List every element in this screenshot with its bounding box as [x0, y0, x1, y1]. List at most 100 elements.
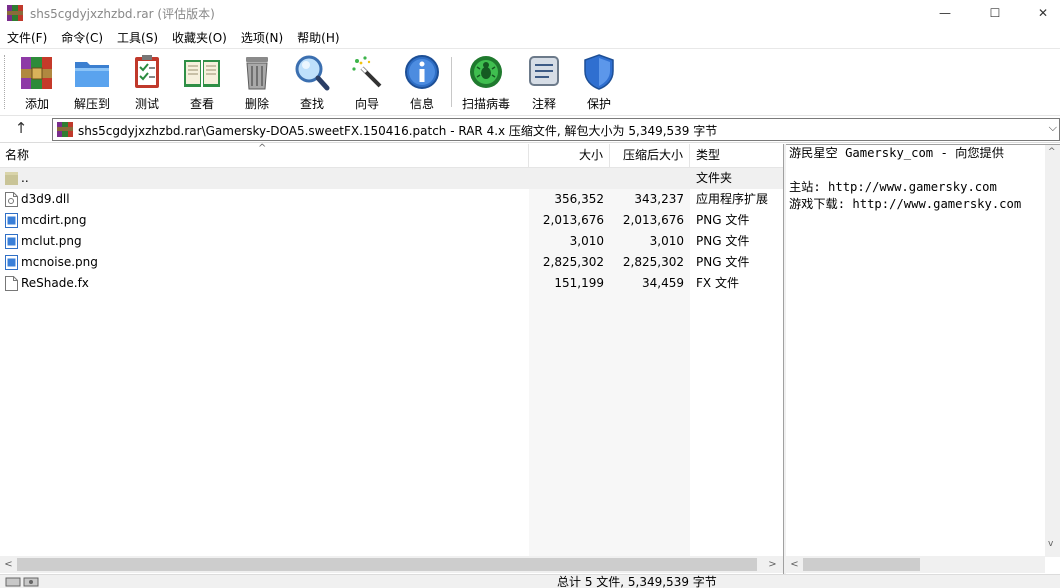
address-field[interactable]: shs5cgdyjxzhzbd.rar\Gamersky-DOA5.sweetF… [52, 118, 1060, 141]
magnifier-icon [295, 55, 330, 91]
file-packed-size [610, 168, 684, 189]
delete-button[interactable]: 删除 [231, 53, 283, 111]
file-name: ReShade.fx [21, 276, 89, 290]
minimize-button[interactable]: — [922, 0, 968, 26]
comment-label: 注释 [531, 97, 556, 111]
add-button[interactable]: 添加 [11, 53, 63, 111]
column-type-header[interactable]: 类型 [690, 144, 783, 168]
comment-line: 游戏下载: http://www.gamersky.com [789, 197, 1022, 211]
comment-hscrollbar[interactable]: < [786, 556, 1045, 573]
comment-icon [529, 56, 559, 86]
file-type: 应用程序扩展 [696, 192, 769, 206]
minimize-icon: — [939, 6, 951, 20]
title-bar: shs5cgdyjxzhzbd.rar (评估版本) — ☐ ✕ [0, 0, 1060, 26]
file-list-scroll-thumb[interactable] [17, 558, 757, 571]
extract-to-label: 解压到 [73, 97, 110, 111]
virus-scan-icon [470, 56, 502, 88]
toolbar-grip[interactable] [4, 55, 7, 109]
virus-scan-label: 扫描病毒 [461, 97, 510, 111]
delete-label: 删除 [244, 97, 269, 111]
file-size: 3,010 [569, 234, 604, 248]
menu-command[interactable]: 命令(C) [54, 29, 110, 46]
file-packed-size: 2,825,302 [622, 255, 684, 269]
column-name-header[interactable]: 名称 ^ [0, 143, 529, 168]
file-size: 151,199 [554, 276, 604, 290]
close-button[interactable]: ✕ [1020, 0, 1060, 26]
menu-help[interactable]: 帮助(H) [290, 29, 346, 46]
info-button[interactable]: 信息 [396, 53, 448, 111]
menu-favorites[interactable]: 收藏夹(O) [165, 29, 234, 46]
file-type: PNG 文件 [696, 255, 750, 269]
info-label: 信息 [409, 97, 434, 111]
file-list: 名称 ^ 大小 压缩后大小 类型 .. 文件夹 d3d9.dll 356,352 … [0, 143, 783, 573]
table-row[interactable]: ReShade.fx 151,199 34,459 FX 文件 [0, 273, 783, 294]
toolbar-separator [451, 57, 452, 107]
column-size-header[interactable]: 大小 [529, 144, 610, 168]
menu-bar: 文件(F) 命令(C) 工具(S) 收藏夹(O) 选项(N) 帮助(H) [0, 27, 1060, 47]
scroll-right-arrow-icon[interactable]: > [764, 556, 781, 573]
maximize-button[interactable]: ☐ [972, 0, 1018, 26]
menu-options[interactable]: 选项(N) [234, 29, 290, 46]
test-label: 测试 [134, 97, 159, 111]
file-type: 文件夹 [696, 171, 733, 185]
file-packed-size: 3,010 [649, 234, 684, 248]
view-button[interactable]: 查看 [176, 53, 228, 111]
close-icon: ✕ [1037, 6, 1049, 20]
table-row[interactable]: mclut.png 3,010 3,010 PNG 文件 [0, 231, 783, 252]
status-summary: 总计 5 文件, 5,349,539 字节 [557, 575, 717, 588]
find-label: 查找 [299, 97, 324, 111]
wizard-label: 向导 [354, 97, 379, 111]
file-packed-size: 34,459 [642, 276, 684, 290]
extract-to-button[interactable]: 解压到 [66, 53, 118, 111]
file-name: mcnoise.png [21, 255, 98, 269]
column-header-row: 名称 ^ 大小 压缩后大小 类型 [0, 143, 783, 168]
protect-label: 保护 [586, 97, 611, 111]
archive-path: shs5cgdyjxzhzbd.rar\Gamersky-DOA5.sweetF… [78, 124, 718, 138]
file-name: mcdirt.png [21, 213, 87, 227]
table-row[interactable]: .. 文件夹 [0, 168, 783, 189]
scroll-left-arrow-icon[interactable]: < [0, 556, 17, 573]
extract-folder-icon [75, 62, 109, 87]
trash-icon [246, 57, 268, 90]
comment-vscrollbar[interactable]: ^ v [1045, 145, 1060, 557]
file-size: 2,825,302 [542, 255, 604, 269]
status-bar: 总计 5 文件, 5,349,539 字节 [0, 574, 1060, 588]
drive-status-icon [5, 577, 39, 587]
comment-line [789, 162, 1039, 179]
file-type: PNG 文件 [696, 213, 750, 227]
add-label: 添加 [24, 97, 49, 111]
file-type: FX 文件 [696, 276, 739, 290]
test-button[interactable]: 测试 [121, 53, 173, 111]
file-packed-size: 343,237 [634, 192, 684, 206]
protect-button[interactable]: 保护 [573, 53, 625, 111]
up-one-level-button[interactable]: ↑ [10, 119, 32, 139]
wizard-button[interactable]: 向导 [341, 53, 393, 111]
rar-archive-icon [57, 122, 73, 137]
scroll-down-arrow-icon[interactable]: v [1048, 539, 1053, 549]
comment-pane: 游民星空 Gamersky_com - 向您提供 主站: http://www.g… [786, 144, 1060, 574]
find-button[interactable]: 查找 [286, 53, 338, 111]
window-title: shs5cgdyjxzhzbd.rar (评估版本) [30, 7, 215, 21]
dll-file-icon [5, 192, 18, 207]
menu-file[interactable]: 文件(F) [0, 29, 54, 46]
file-list-hscrollbar[interactable]: < > [0, 556, 783, 573]
table-row[interactable]: d3d9.dll 356,352 343,237 应用程序扩展 [0, 189, 783, 210]
file-packed-size: 2,013,676 [622, 213, 684, 227]
file-name: .. [21, 171, 29, 185]
scroll-left-arrow-icon[interactable]: < [786, 556, 803, 573]
file-name: d3d9.dll [21, 192, 70, 206]
menu-tools[interactable]: 工具(S) [110, 29, 165, 46]
table-row[interactable]: mcdirt.png 2,013,676 2,013,676 PNG 文件 [0, 210, 783, 231]
winrar-app-icon [7, 5, 23, 21]
comment-scroll-thumb[interactable] [803, 558, 920, 571]
chevron-down-icon[interactable]: ⌵ [1049, 121, 1057, 135]
test-clipboard-icon [135, 55, 159, 88]
comment-button[interactable]: 注释 [518, 53, 570, 111]
png-file-icon [5, 213, 18, 228]
virus-scan-button[interactable]: 扫描病毒 [460, 53, 512, 111]
column-packed-header[interactable]: 压缩后大小 [610, 144, 690, 168]
fx-file-icon [5, 276, 18, 291]
scroll-up-arrow-icon[interactable]: ^ [1048, 147, 1056, 157]
comment-line: 游民星空 Gamersky_com - 向您提供 [789, 146, 1004, 160]
table-row[interactable]: mcnoise.png 2,825,302 2,825,302 PNG 文件 [0, 252, 783, 273]
